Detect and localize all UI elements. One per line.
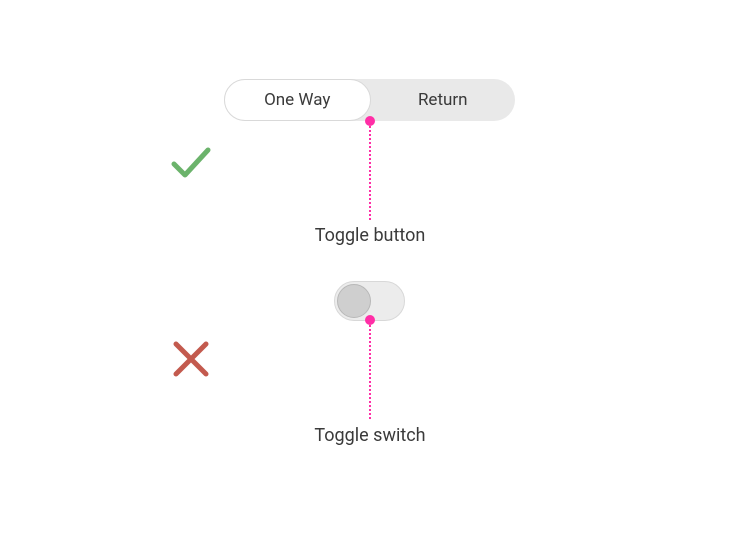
- caption-toggle-button: Toggle button: [270, 225, 470, 246]
- caption-toggle-switch: Toggle switch: [270, 425, 470, 446]
- toggle-option-return[interactable]: Return: [371, 79, 516, 121]
- toggle-option-label: Return: [418, 90, 468, 110]
- annotation-dot: [365, 116, 375, 126]
- check-icon: [168, 140, 214, 186]
- cross-icon: [168, 336, 214, 382]
- trip-type-toggle[interactable]: One Way Return: [224, 79, 515, 121]
- toggle-option-label: One Way: [264, 90, 330, 110]
- annotation-leader: [369, 320, 371, 419]
- toggle-option-one-way[interactable]: One Way: [224, 79, 371, 121]
- switch-thumb: [337, 284, 371, 318]
- annotation-dot: [365, 315, 375, 325]
- annotation-leader: [369, 121, 371, 220]
